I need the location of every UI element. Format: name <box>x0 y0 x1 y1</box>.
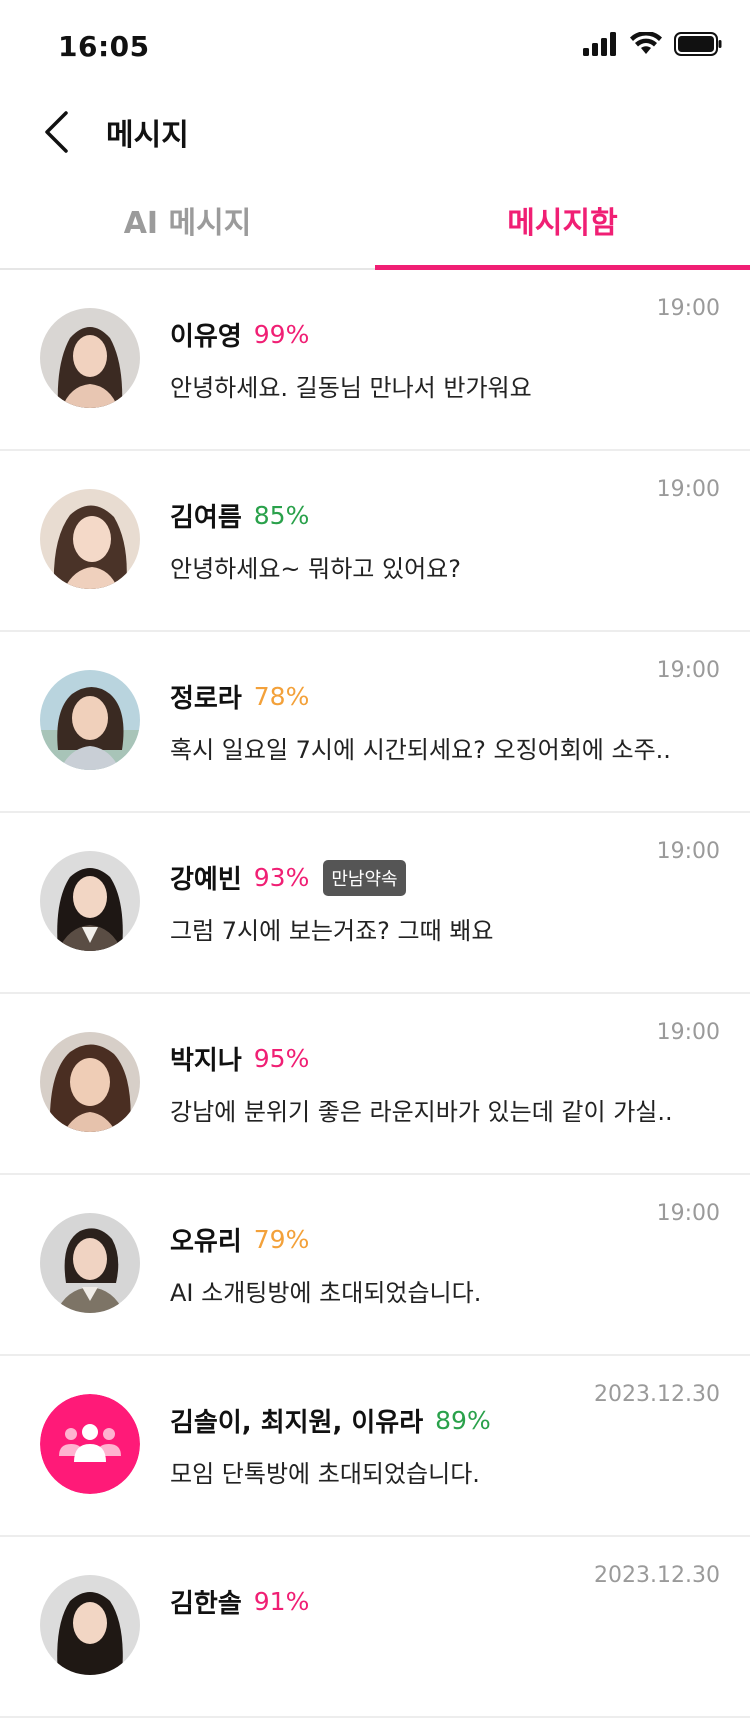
status-bar: 16:05 <box>0 0 750 96</box>
message-time: 19:00 <box>656 296 720 321</box>
avatar <box>40 1575 140 1675</box>
status-icons <box>582 31 722 60</box>
conversation-row[interactable]: 김한솔 91% 2023.12.30 <box>0 1537 750 1718</box>
message-preview: 모임 단톡방에 초대되었습니다. <box>170 1460 480 1488</box>
avatar <box>40 1213 140 1313</box>
avatar <box>40 1032 140 1132</box>
conversation-list: 이유영 99% 안녕하세요. 길동님 만나서 반가워요 19:00 김여름 85… <box>0 270 750 1718</box>
status-time: 16:05 <box>58 30 150 63</box>
chevron-left-icon <box>42 110 70 158</box>
contact-name: 오유리 <box>170 1227 242 1257</box>
message-time: 2023.12.30 <box>594 1563 720 1588</box>
match-percent: 93% <box>253 863 310 892</box>
page-title: 메시지 <box>106 118 189 153</box>
message-preview: 안녕하세요. 길동님 만나서 반가워요 <box>170 374 532 402</box>
tab-bar: AI 메시지 메시지함 <box>0 186 750 270</box>
avatar <box>40 308 140 408</box>
message-time: 19:00 <box>656 1201 720 1226</box>
avatar <box>40 851 140 951</box>
message-time: 19:00 <box>656 477 720 502</box>
tab-ai-messages[interactable]: AI 메시지 <box>0 186 375 268</box>
conversation-row[interactable]: 정로라 78% 혹시 일요일 7시에 시간되세요? 오징어회에 소주.. 19:… <box>0 632 750 813</box>
match-percent: 78% <box>253 682 310 711</box>
contact-name: 강예빈 <box>170 865 242 895</box>
message-preview: AI 소개팅방에 초대되었습니다. <box>170 1279 482 1307</box>
message-preview: 혹시 일요일 7시에 시간되세요? 오징어회에 소주.. <box>170 736 671 764</box>
contact-name: 김한솔 <box>170 1589 242 1619</box>
wifi-icon <box>630 31 662 60</box>
message-time: 19:00 <box>656 839 720 864</box>
match-percent: 91% <box>253 1587 310 1616</box>
match-percent: 85% <box>253 501 310 530</box>
avatar <box>40 670 140 770</box>
contact-name: 김여름 <box>170 503 242 533</box>
message-preview: 그럼 7시에 보는거죠? 그때 봬요 <box>170 917 494 945</box>
message-preview: 강남에 분위기 좋은 라운지바가 있는데 같이 가실.. <box>170 1098 673 1126</box>
conversation-row[interactable]: 김여름 85% 안녕하세요~ 뭐하고 있어요? 19:00 <box>0 451 750 632</box>
message-time: 2023.12.30 <box>594 1382 720 1407</box>
contact-name: 정로라 <box>170 684 242 714</box>
battery-icon <box>674 32 722 60</box>
match-percent: 99% <box>253 320 310 349</box>
contact-name: 이유영 <box>170 322 242 352</box>
back-button[interactable] <box>34 104 78 164</box>
conversation-row[interactable]: 이유영 99% 안녕하세요. 길동님 만나서 반가워요 19:00 <box>0 270 750 451</box>
message-preview: 안녕하세요~ 뭐하고 있어요? <box>170 555 461 583</box>
header: 메시지 <box>0 96 750 188</box>
tab-message-box[interactable]: 메시지함 <box>375 186 750 270</box>
match-percent: 79% <box>253 1225 310 1254</box>
status-badge: 만남약속 <box>323 859 406 896</box>
conversation-row[interactable]: 강예빈 93% 만남약속 그럼 7시에 보는거죠? 그때 봬요 19:00 <box>0 813 750 994</box>
conversation-row[interactable]: 김솔이, 최지원, 이유라 89% 모임 단톡방에 초대되었습니다. 2023.… <box>0 1356 750 1537</box>
contact-name: 김솔이, 최지원, 이유라 <box>170 1408 424 1438</box>
conversation-row[interactable]: 오유리 79% AI 소개팅방에 초대되었습니다. 19:00 <box>0 1175 750 1356</box>
conversation-row[interactable]: 박지나 95% 강남에 분위기 좋은 라운지바가 있는데 같이 가실.. 19:… <box>0 994 750 1175</box>
group-avatar <box>40 1394 140 1494</box>
message-time: 19:00 <box>656 1020 720 1045</box>
contact-name: 박지나 <box>170 1046 242 1076</box>
match-percent: 89% <box>435 1406 491 1435</box>
signal-icon <box>582 32 618 60</box>
message-time: 19:00 <box>656 658 720 683</box>
avatar <box>40 489 140 589</box>
match-percent: 95% <box>253 1044 310 1073</box>
